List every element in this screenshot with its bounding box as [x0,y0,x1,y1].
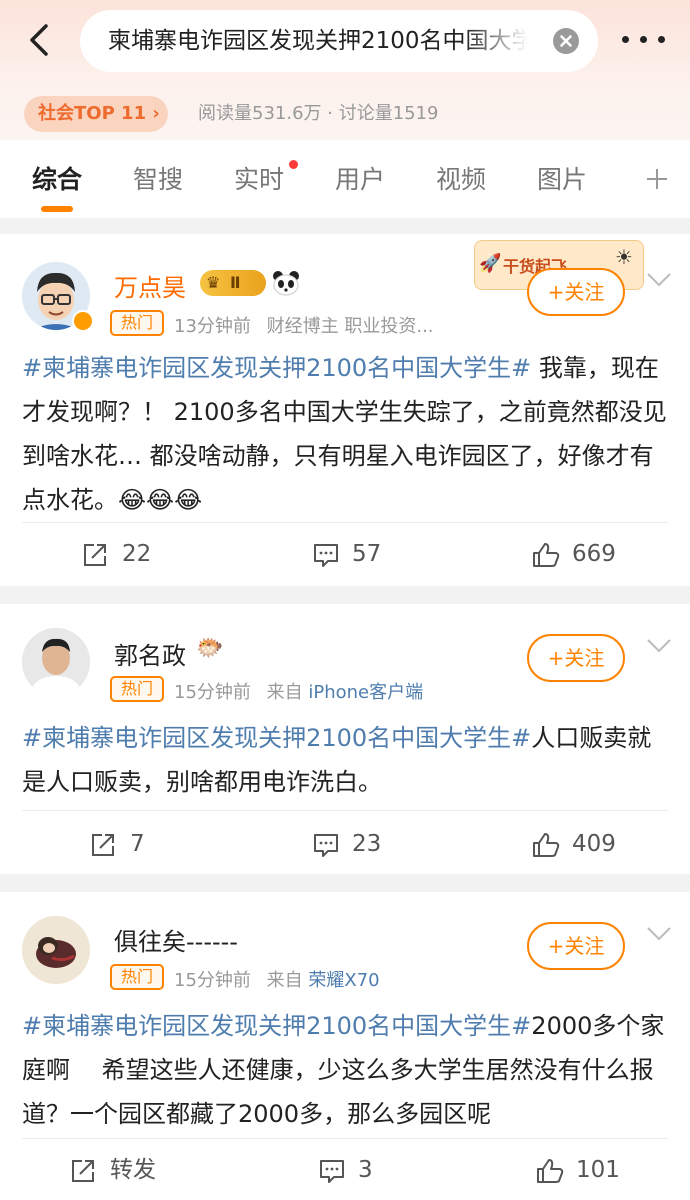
search-input[interactable]: 柬埔寨电诈园区发现关押2100名中国大学生 [80,10,598,72]
verified-badge-icon [72,310,94,332]
comment-button[interactable]: 23 [312,824,412,864]
sun-icon: ☀ [615,245,633,269]
category-tabs: 综合 智搜 实时 用户 视频 图片 [0,140,690,218]
source-prefix: 来自 [266,682,309,703]
comment-count: 3 [358,1157,373,1183]
post-text: #柬埔寨电诈园区发现关押2100名中国大学生#2000多个家庭啊 希望这些人还健… [22,1004,670,1136]
back-arrow-icon[interactable] [22,22,58,58]
post-meta: 13分钟前 财经博主 职业投资... [174,312,434,338]
close-icon [560,35,572,47]
thumbs-up-icon [537,1159,564,1183]
thumbs-up-icon [533,543,560,567]
source-link[interactable]: 荣耀X70 [308,970,379,991]
follow-button[interactable]: +关注 [527,268,625,316]
comment-count: 23 [352,831,382,857]
avatar[interactable] [22,916,90,984]
clear-search-button[interactable] [553,28,579,54]
comment-button[interactable]: 3 [318,1150,398,1190]
chevron-down-icon[interactable] [646,926,672,942]
post-time: 15分钟前 [174,682,251,703]
author-description: 财经博主 职业投资... [266,316,434,337]
avatar[interactable] [22,628,90,696]
post-meta: 15分钟前 来自 荣耀X70 [174,966,380,992]
repost-icon [84,544,106,566]
level-text: Ⅱ [230,273,241,292]
hot-label: 热门 [110,676,164,702]
like-button[interactable]: 409 [532,824,642,864]
repost-button[interactable]: 转发 [70,1150,180,1190]
topic-link[interactable]: #柬埔寨电诈园区发现关押2100名中国大学生# [22,724,531,752]
repost-icon [72,1160,94,1182]
tab-images[interactable]: 图片 [537,160,587,196]
like-button[interactable]: 669 [532,534,642,574]
tab-realtime[interactable]: 实时 [234,160,284,196]
post-card: 俱往矣------ 热门 15分钟前 来自 荣耀X70 +关注 #柬埔寨电诈园区… [0,892,690,1200]
member-level-badge: ♛ Ⅱ [200,270,266,296]
divider [22,1138,668,1139]
hot-rank-badge[interactable]: 社会TOP 11 › [24,96,168,132]
follow-button[interactable]: +关注 [527,922,625,970]
comment-button[interactable]: 57 [312,534,412,574]
post-text: #柬埔寨电诈园区发现关押2100名中国大学生#人口贩卖就是人口贩卖，别啥都用电诈… [22,716,670,804]
chevron-down-icon[interactable] [646,638,672,654]
divider [22,810,668,811]
more-menu-button[interactable] [622,30,666,50]
repost-count: 7 [130,831,145,857]
post-text: #柬埔寨电诈园区发现关押2100名中国大学生# 我靠，现在才发现啊？！ 2100… [22,346,670,522]
search-query[interactable]: 柬埔寨电诈园区发现关押2100名中国大学生 [108,10,528,72]
comment-count: 57 [352,541,382,567]
follow-button[interactable]: +关注 [527,634,625,682]
comment-icon [320,1160,344,1183]
rocket-icon: 🚀 [479,253,502,274]
repost-button[interactable]: 7 [90,824,190,864]
like-count: 101 [576,1157,620,1183]
post-meta: 15分钟前 来自 iPhone客户端 [174,678,423,704]
tab-smart-search[interactable]: 智搜 [133,160,183,196]
topic-link[interactable]: #柬埔寨电诈园区发现关押2100名中国大学生# [22,354,531,382]
post-time: 15分钟前 [174,970,251,991]
hot-label: 热门 [110,964,164,990]
source-link[interactable]: iPhone客户端 [308,682,423,703]
repost-button[interactable]: 22 [82,534,182,574]
panda-icon [272,270,300,296]
chevron-down-icon[interactable] [646,272,672,288]
fish-icon: 🐡 [196,636,224,661]
post-time: 13分钟前 [174,316,251,337]
new-indicator-dot [289,160,298,169]
username[interactable]: 俱往矣------ [114,922,238,957]
post-card: 郭名政 🐡 热门 15分钟前 来自 iPhone客户端 +关注 #柬埔寨电诈园区… [0,604,690,874]
tab-comprehensive[interactable]: 综合 [32,160,82,196]
comment-icon [314,544,338,567]
thumbs-up-icon [533,833,560,857]
comment-icon [314,834,338,857]
repost-icon [92,834,114,856]
post-card: 万点昊 ♛ Ⅱ 干货起飞 🚀 ☀ 热门 13分钟前 财经博主 职业投资... +… [0,234,690,586]
hot-label: 热门 [110,310,164,336]
laughing-emoji-icon: 😂😂😂 [118,486,203,514]
source-prefix: 来自 [266,970,309,991]
tab-users[interactable]: 用户 [335,160,385,196]
illustrated-avatar-icon [22,916,90,984]
person-photo-icon [22,628,90,696]
more-dot-icon [622,36,629,43]
repost-count: 22 [122,541,152,567]
active-tab-indicator [41,206,73,212]
like-count: 409 [572,831,616,857]
more-dot-icon [658,36,665,43]
like-count: 669 [572,541,616,567]
tab-videos[interactable]: 视频 [436,160,486,196]
more-dot-icon [640,36,647,43]
read-discussion-stats: 阅读量531.6万 · 讨论量1519 [198,103,439,124]
search-header: 柬埔寨电诈园区发现关押2100名中国大学生 社会TOP 11 › 阅读量531.… [0,0,690,140]
username[interactable]: 郭名政 [114,636,186,671]
add-tab-icon[interactable] [646,168,668,190]
topic-link[interactable]: #柬埔寨电诈园区发现关押2100名中国大学生# [22,1012,531,1040]
crown-icon: ♛ [206,273,221,292]
username[interactable]: 万点昊 [114,268,186,303]
repost-count: 转发 [110,1157,156,1183]
like-button[interactable]: 101 [536,1150,646,1190]
divider [22,522,668,523]
